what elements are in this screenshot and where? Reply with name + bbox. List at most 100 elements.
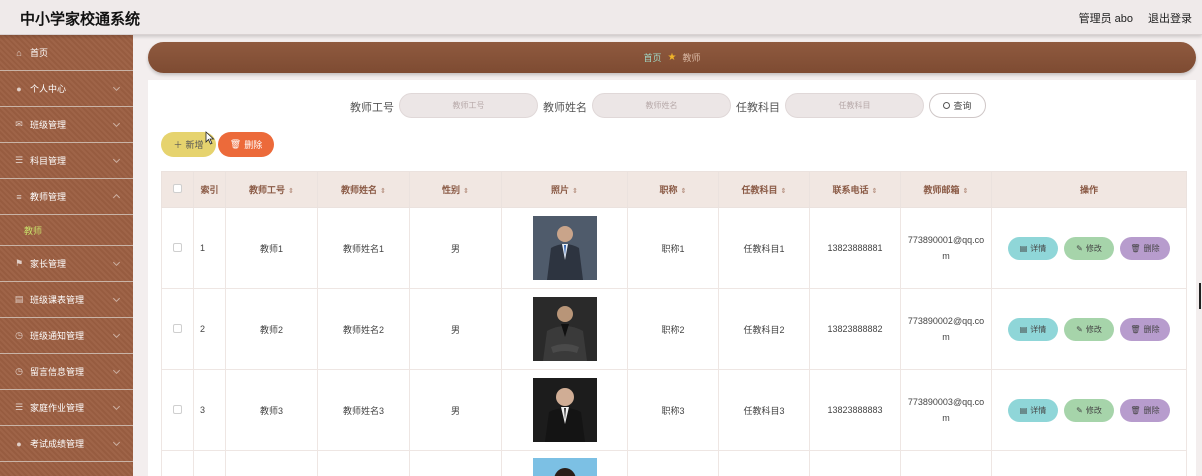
row-checkbox[interactable] <box>173 323 182 333</box>
search-form: 教师工号 教师姓名 任教科目 查询 <box>148 93 1196 118</box>
sort-icon[interactable]: ⇕ <box>463 188 469 195</box>
edit-button[interactable]: ✎ 修改 <box>1064 236 1114 260</box>
email-cell: 773890002@qq.com <box>900 288 992 370</box>
sort-icon[interactable]: ⇕ <box>872 188 878 195</box>
row-checkbox[interactable] <box>173 242 182 252</box>
document-icon: ▤ <box>1019 243 1028 253</box>
trash-icon: 🗑 <box>229 139 242 149</box>
chevron-down-icon <box>112 119 121 128</box>
column-header[interactable]: 职称 ⇕ <box>627 171 719 208</box>
trash-icon: 🗑 <box>1130 243 1141 253</box>
edit-button[interactable]: ✎ 修改 <box>1064 317 1114 341</box>
flag-icon: ⚑ <box>14 258 24 268</box>
column-header[interactable]: 照片 ⇕ <box>501 171 628 208</box>
sort-icon[interactable]: ⇕ <box>380 188 386 195</box>
sort-icon[interactable]: ⇕ <box>572 188 578 195</box>
column-header: 操作 <box>991 171 1187 208</box>
teacher-id-input[interactable] <box>399 93 538 118</box>
sidebar-item-homework[interactable]: ☰ 家庭作业管理 <box>0 390 133 426</box>
sidebar-item-teacher[interactable]: ≡ 教师管理 <box>0 179 133 215</box>
teacher-table: 索引 教师工号 ⇕ 教师姓名 ⇕ 性别 ⇕ 照片 ⇕ 职称 ⇕ 任教科目 ⇕ 联系电话 ⇕ 教… <box>161 171 1187 476</box>
search-button-label: 查询 <box>953 101 972 111</box>
sidebar-item-label: 首页 <box>30 48 49 58</box>
clock-icon: ◷ <box>15 366 23 376</box>
document-icon: ▤ <box>1019 324 1028 334</box>
sidebar-item-label: 家长管理 <box>30 259 67 269</box>
row-select-cell <box>161 207 194 289</box>
row-index: 2 <box>193 288 226 370</box>
row-index: 3 <box>193 369 226 451</box>
teacher-name-input[interactable] <box>592 93 731 118</box>
sidebar-item-class[interactable]: ✉ 班级管理 <box>0 107 133 143</box>
pencil-icon: ✎ <box>1076 324 1083 334</box>
table-row: 3 教师3 教师姓名3 男 职称3 任教科目3 13823888883 7738… <box>161 369 1187 451</box>
title-cell: 职称3 <box>627 369 719 451</box>
sidebar-item-parent[interactable]: ⚑ 家长管理 <box>0 246 133 282</box>
subject-input[interactable] <box>785 93 924 118</box>
chevron-down-icon <box>112 330 121 339</box>
operations-cell: ▤ 详情 ✎ 修改 🗑 删除 <box>991 207 1187 289</box>
sidebar-item-subject[interactable]: ☰ 科目管理 <box>0 143 133 179</box>
sidebar-item-label: 家庭作业管理 <box>30 403 85 413</box>
chevron-down-icon <box>112 438 121 447</box>
subject-label: 任教科目 <box>736 102 780 114</box>
operations-cell: ▤ 详情 ✎ 修改 🗑 删除 <box>991 369 1187 451</box>
clock-icon: ◷ <box>15 330 23 340</box>
column-header[interactable]: 任教科目 ⇕ <box>718 171 810 208</box>
chevron-down-icon <box>112 83 121 92</box>
sidebar-item-label: 班级管理 <box>30 120 67 130</box>
portrait-image <box>532 297 597 361</box>
breadcrumb-current: 教师 <box>682 53 701 63</box>
sort-icon[interactable]: ⇕ <box>681 188 687 195</box>
logout-link[interactable]: 退出登录 <box>1148 10 1192 26</box>
teacher-photo <box>532 216 597 280</box>
row-checkbox[interactable] <box>173 404 182 414</box>
sidebar-item-home[interactable]: ⌂ 首页 <box>0 35 133 71</box>
teacher-id-label: 教师工号 <box>350 102 394 114</box>
sidebar-subitem-teacher[interactable]: 教师 <box>0 215 133 246</box>
chevron-down-icon <box>112 258 121 267</box>
delete-button[interactable]: 🗑 删除 <box>1120 236 1170 260</box>
sidebar-item-message[interactable]: ◷ 留言信息管理 <box>0 354 133 390</box>
scrollbar-indicator[interactable] <box>1199 283 1201 309</box>
delete-button[interactable]: 🗑 删除 <box>1120 398 1170 422</box>
select-all-checkbox[interactable] <box>173 184 182 193</box>
sidebar-item-label: 教师管理 <box>30 192 67 202</box>
top-right-links: 管理员 abo 退出登录 <box>1079 10 1192 26</box>
search-button[interactable]: 查询 <box>929 93 986 118</box>
column-header[interactable]: 教师姓名 ⇕ <box>317 171 410 208</box>
detail-button[interactable]: ▤ 详情 <box>1008 236 1058 260</box>
teacher-photo <box>532 297 597 361</box>
sort-icon[interactable]: ⇕ <box>288 188 294 195</box>
search-icon <box>943 102 951 109</box>
detail-button[interactable]: ▤ 详情 <box>1008 317 1058 341</box>
detail-button[interactable]: ▤ 详情 <box>1008 398 1058 422</box>
gender-cell: 男 <box>409 207 502 289</box>
row-select-cell <box>161 369 194 451</box>
sort-icon[interactable]: ⇕ <box>963 188 969 195</box>
column-header[interactable]: 教师工号 ⇕ <box>225 171 318 208</box>
document-icon: ▤ <box>1019 405 1028 415</box>
delete-button[interactable]: 🗑 删除 <box>1120 317 1170 341</box>
plus-icon: ＋ <box>173 140 183 150</box>
sort-icon[interactable]: ⇕ <box>781 188 787 195</box>
edit-button[interactable]: ✎ 修改 <box>1064 398 1114 422</box>
gender-cell: 男 <box>409 369 502 451</box>
title-cell: 职称1 <box>627 207 719 289</box>
sidebar-item-label: 班级通知管理 <box>30 331 85 341</box>
breadcrumb-home[interactable]: 首页 <box>644 51 662 64</box>
sidebar-item-profile[interactable]: ● 个人中心 <box>0 71 133 107</box>
column-header[interactable]: 联系电话 ⇕ <box>809 171 901 208</box>
pencil-icon: ✎ <box>1076 405 1083 415</box>
sidebar-item-exam[interactable]: ● 考试成绩管理 <box>0 426 133 462</box>
row-select-cell <box>161 288 194 370</box>
sidebar-item-notice[interactable]: ◷ 班级通知管理 <box>0 318 133 354</box>
batch-delete-button[interactable]: 🗑 删除 <box>218 132 274 157</box>
photo-cell <box>501 369 628 451</box>
column-header[interactable]: 教师邮箱 ⇕ <box>900 171 992 208</box>
table-row: 1 教师1 教师姓名1 男 职称1 任教科目1 13823888881 7738… <box>161 207 1187 289</box>
photo-cell <box>501 450 628 476</box>
sidebar-item-schedule[interactable]: ▤ 班级课表管理 <box>0 282 133 318</box>
column-header[interactable]: 性别 ⇕ <box>409 171 502 208</box>
teacher-name-cell: 教师姓名3 <box>317 369 410 451</box>
